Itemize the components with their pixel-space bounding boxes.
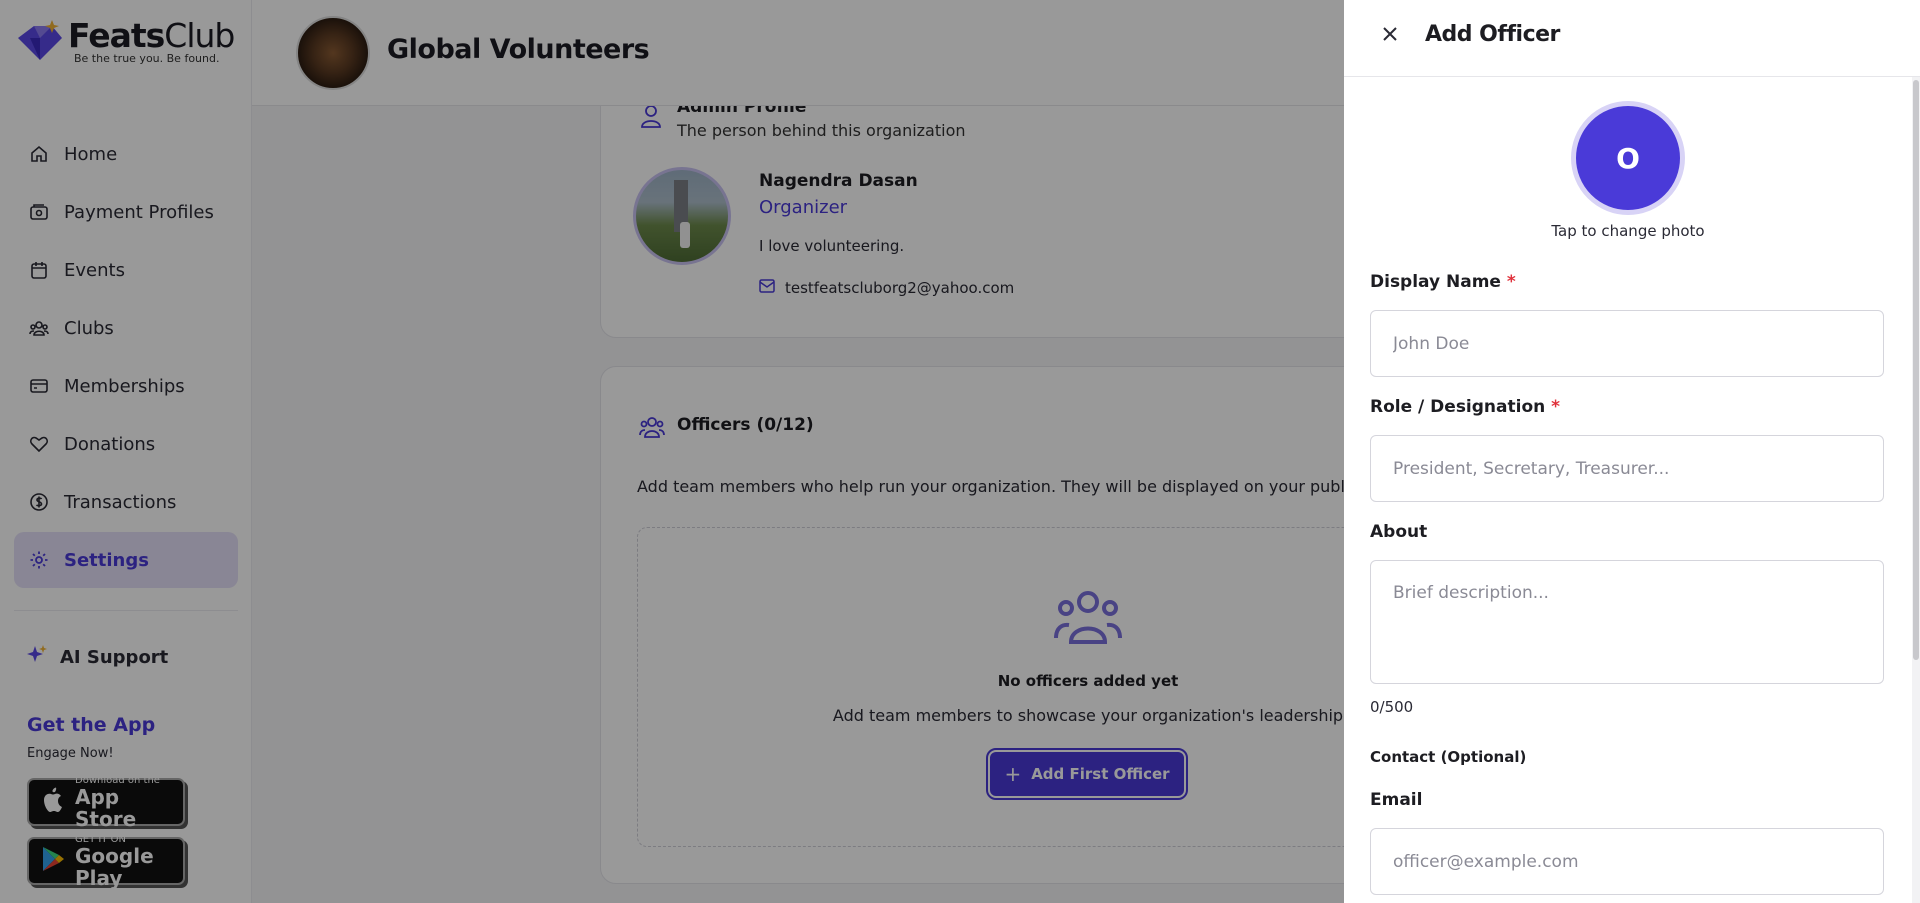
role-label: Role / Designation * [1370,397,1561,417]
officer-photo-button[interactable]: O [1571,101,1685,215]
email-input[interactable] [1370,828,1884,895]
officer-photo-initial: O [1616,141,1640,175]
display-name-label: Display Name * [1370,272,1516,292]
role-input[interactable] [1370,435,1884,502]
about-label: About [1370,522,1428,542]
about-char-count: 0/500 [1370,698,1414,716]
email-label: Email [1370,790,1423,810]
drawer-header: Add Officer [1344,0,1920,77]
about-textarea[interactable] [1370,560,1884,684]
modal-backdrop[interactable] [0,0,1344,903]
photo-caption: Tap to change photo [1551,222,1705,240]
required-mark: * [1506,272,1516,292]
close-button[interactable] [1378,24,1402,48]
required-mark: * [1551,397,1561,417]
display-name-input[interactable] [1370,310,1884,377]
close-icon [1382,26,1398,46]
add-officer-drawer: Add Officer O Tap to change photo Displa… [1344,0,1920,903]
drawer-scrollbar-thumb[interactable] [1913,80,1919,660]
contact-section-label: Contact (Optional) [1370,748,1527,766]
drawer-title: Add Officer [1425,22,1560,47]
